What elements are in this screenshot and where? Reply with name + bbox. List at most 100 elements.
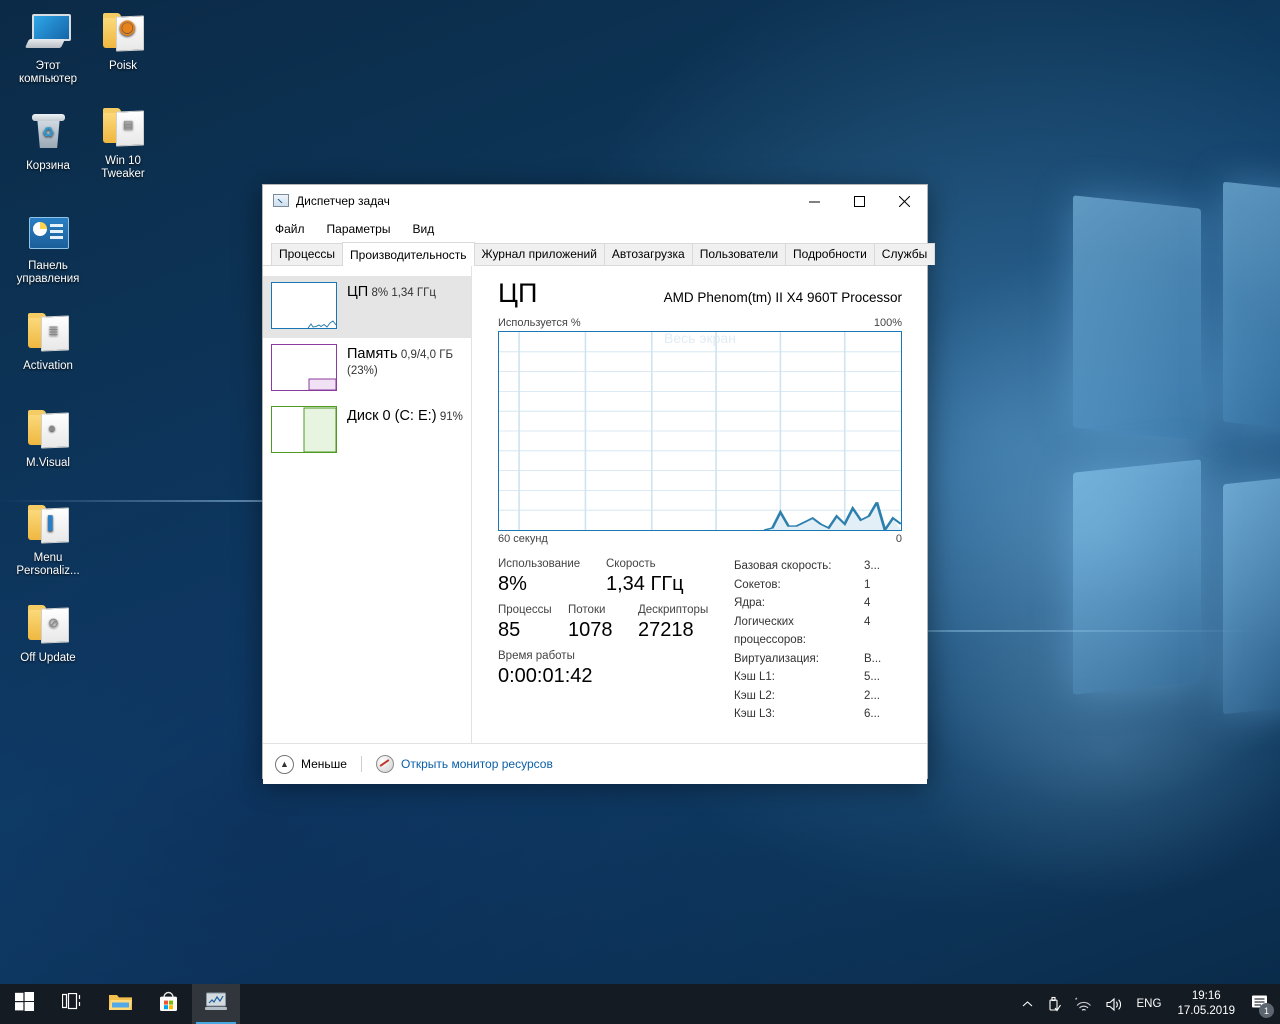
- menu-item-view[interactable]: Вид: [410, 220, 436, 238]
- stat-label: Процессы: [498, 604, 552, 616]
- spec-l3-cache: Кэш L3: 6...: [734, 705, 902, 724]
- tab-startup[interactable]: Автозагрузка: [603, 243, 693, 265]
- tab-performance[interactable]: Производительность: [342, 242, 475, 266]
- spec-label: Ядра:: [734, 597, 766, 609]
- desktop-icon-poisk[interactable]: ◉ Poisk: [79, 8, 167, 73]
- spec-label: Сокетов:: [734, 578, 781, 591]
- task-view-icon: [61, 992, 83, 1015]
- language-indicator[interactable]: ENG: [1130, 984, 1169, 1024]
- spec-l2-cache: Кэш L2: 2...: [734, 687, 902, 706]
- spec-label: Кэш L1:: [734, 671, 775, 683]
- folder-icon: ≣: [24, 308, 72, 356]
- desktop-icon-menu-personalization[interactable]: ▌ Menu Personaliz...: [4, 500, 92, 578]
- desktop-icon-off-update[interactable]: ⊘ Off Update: [4, 600, 92, 665]
- clock[interactable]: 19:16 17.05.2019: [1168, 984, 1244, 1024]
- resource-list[interactable]: ЦП 8% 1,34 ГГц Память 0,9/4,0 ГБ (23%) Д…: [263, 266, 472, 743]
- system-tray[interactable]: * ENG 19:16 17.05.2019 1: [1015, 984, 1280, 1024]
- cpu-thumbnail-graph: [271, 282, 337, 329]
- disk-thumbnail-graph: [271, 406, 337, 453]
- folder-icon: ▌: [24, 500, 72, 548]
- folder-icon: [108, 992, 132, 1016]
- sidebar-item-label: ЦП: [347, 284, 369, 300]
- folder-search-icon: ◉: [99, 8, 147, 56]
- footer-divider: [360, 756, 362, 772]
- fewer-details-button[interactable]: ▲ Меньше: [275, 754, 347, 774]
- resource-monitor-icon: [375, 755, 394, 773]
- spec-value: 4: [864, 615, 871, 628]
- wifi-icon[interactable]: *: [1068, 984, 1099, 1024]
- desktop-icon-control-panel[interactable]: Панель управления: [4, 208, 92, 286]
- spec-value: 5...: [864, 671, 880, 683]
- spec-base-speed: Базовая скорость: 3...: [734, 557, 902, 576]
- desktop-icon-mvisual[interactable]: ● M.Visual: [4, 405, 92, 470]
- this-pc-icon: [24, 8, 72, 56]
- spec-logical-processors: Логических процессоров: 4: [734, 613, 902, 650]
- microsoft-store-button[interactable]: [144, 984, 192, 1024]
- tab-processes[interactable]: Процессы: [271, 243, 344, 265]
- title-bar[interactable]: Диспетчер задач: [263, 185, 927, 217]
- menu-item-options[interactable]: Параметры: [325, 220, 393, 238]
- close-icon[interactable]: [882, 185, 927, 217]
- sidebar-item-cpu[interactable]: ЦП 8% 1,34 ГГц: [263, 276, 471, 338]
- spec-value: 1: [864, 578, 871, 591]
- speaker-icon[interactable]: [1099, 984, 1130, 1024]
- notification-center-button[interactable]: 1: [1244, 984, 1276, 1024]
- stat-value: 85: [498, 619, 521, 641]
- tab-details[interactable]: Подробности: [785, 243, 875, 265]
- spec-value: 6...: [864, 708, 880, 720]
- spec-label: Виртуализация:: [734, 652, 819, 665]
- stat-label: Скорость: [606, 558, 656, 570]
- usb-eject-icon[interactable]: [1040, 984, 1068, 1024]
- tab-services[interactable]: Службы: [873, 243, 936, 265]
- task-manager-button[interactable]: [192, 984, 240, 1024]
- detail-header: ЦП AMD Phenom(tm) II X4 960T Processor: [498, 278, 902, 308]
- minimize-icon[interactable]: [792, 185, 837, 217]
- stat-label: Потоки: [568, 604, 606, 616]
- sidebar-item-disk[interactable]: Диск 0 (C: E:) 91%: [263, 400, 471, 462]
- desktop[interactable]: Этот компьютер ♻ Корзина Панель управления…: [0, 0, 1280, 1024]
- desktop-icon-activation[interactable]: ≣ Activation: [4, 308, 92, 373]
- cpu-graph-plot: [499, 332, 901, 530]
- wallpaper-pane-4: [1223, 471, 1280, 715]
- cpu-usage-graph[interactable]: Весь экран: [498, 331, 902, 531]
- tab-users[interactable]: Пользователи: [691, 243, 787, 265]
- recycle-bin-icon: ♻: [24, 108, 72, 156]
- folder-icon: ▤: [99, 103, 147, 151]
- stat-label: Время работы: [498, 650, 575, 662]
- spec-label: Логических процессоров:: [734, 615, 806, 647]
- sidebar-item-label: Диск 0 (C: E:): [347, 408, 437, 424]
- taskbar[interactable]: * ENG 19:16 17.05.2019 1: [0, 984, 1280, 1024]
- chevron-up-icon[interactable]: [1015, 984, 1040, 1024]
- desktop-icon-label: Menu Personaliz...: [16, 552, 80, 577]
- graph-y-max: 100%: [873, 317, 902, 329]
- task-manager-icon: [273, 194, 289, 208]
- tab-app-history[interactable]: Журнал приложений: [473, 243, 605, 265]
- tab-bar[interactable]: Процессы Производительность Журнал прило…: [263, 241, 936, 266]
- stat-value: 8%: [498, 573, 527, 595]
- menu-item-file[interactable]: Файл: [273, 220, 307, 238]
- graph-x-end: 0: [895, 533, 902, 545]
- desktop-icon-win10-tweaker[interactable]: ▤ Win 10 Tweaker: [79, 103, 167, 181]
- file-explorer-button[interactable]: [96, 984, 144, 1024]
- cpu-detail-panel: ЦП AMD Phenom(tm) II X4 960T Processor И…: [472, 266, 927, 743]
- open-resource-monitor-link[interactable]: Открыть монитор ресурсов: [375, 755, 553, 773]
- spec-label: Кэш L2:: [734, 689, 775, 702]
- spec-value: 2...: [864, 689, 880, 702]
- sidebar-item-memory[interactable]: Память 0,9/4,0 ГБ (23%): [263, 338, 471, 400]
- maximize-icon[interactable]: [837, 185, 882, 217]
- store-bag-icon: [158, 991, 179, 1017]
- stat-threads: Потоки 1078: [568, 603, 638, 642]
- menu-bar[interactable]: Файл Параметры Вид: [263, 217, 927, 241]
- spec-l1-cache: Кэш L1: 5...: [734, 668, 902, 687]
- desktop-icon-label: Панель управления: [16, 260, 80, 285]
- stat-label: Дескрипторы: [638, 604, 709, 616]
- task-manager-window[interactable]: Диспетчер задач Файл Параметры Вид Проце…: [262, 184, 936, 784]
- svg-text:*: *: [1075, 998, 1078, 1004]
- page-title: ЦП: [498, 278, 538, 308]
- stats-row-3: Время работы 0:00:01:42: [498, 649, 726, 688]
- memory-thumbnail-graph: [271, 344, 337, 391]
- stat-processes: Процессы 85: [498, 603, 568, 642]
- start-button[interactable]: [0, 984, 48, 1024]
- task-view-button[interactable]: [48, 984, 96, 1024]
- graph-x-start: 60 секунд: [498, 533, 548, 545]
